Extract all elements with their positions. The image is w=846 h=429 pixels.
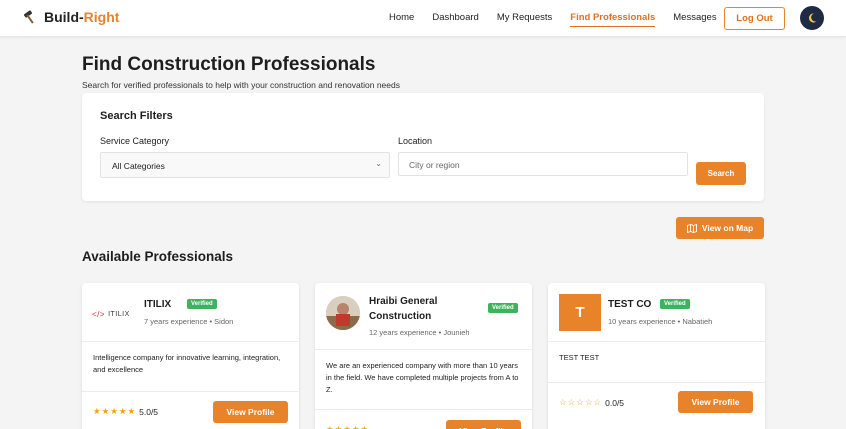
professional-description: Intelligence company for innovative lear…	[93, 353, 281, 374]
search-filters-panel: Search Filters Service Category Location…	[82, 93, 764, 201]
nav-dashboard[interactable]: Dashboard	[432, 12, 478, 27]
professional-description: TEST TEST	[559, 353, 600, 362]
card-divider	[315, 409, 532, 410]
service-category-select[interactable]: All Categories ⌄	[100, 152, 390, 178]
page-title: Find Construction Professionals	[82, 54, 376, 75]
nav-find-professionals[interactable]: Find Professionals	[570, 12, 656, 27]
brand-logo[interactable]: Build-Right	[22, 9, 119, 25]
card-divider	[548, 382, 765, 383]
view-profile-button[interactable]: View Profile	[446, 420, 521, 429]
star-icon: ★	[127, 406, 136, 416]
star-icon: ☆	[576, 397, 584, 407]
top-navbar: Build-Right Home Dashboard My Requests F…	[0, 0, 846, 37]
location-input[interactable]: City or region	[398, 152, 688, 176]
professional-card: Hraibi General Construction Verified 12 …	[315, 283, 532, 429]
verified-badge: Verified	[660, 299, 690, 309]
professional-meta: 10 years experience • Nabatieh	[608, 317, 713, 326]
star-icon: ★	[110, 406, 118, 416]
page-subtitle: Search for verified professionals to hel…	[82, 80, 400, 90]
star-icon: ★	[118, 406, 127, 416]
star-icon: ★	[360, 424, 369, 429]
nav-links: Home Dashboard My Requests Find Professi…	[389, 12, 735, 27]
itilix-logo: </> ITILIX	[92, 309, 130, 319]
moon-icon	[808, 13, 817, 23]
section-title: Available Professionals	[82, 249, 234, 264]
professional-description: We are an experienced company with more …	[326, 361, 519, 394]
star-icon: ★	[101, 406, 110, 416]
verified-badge: Verified	[187, 299, 217, 309]
view-on-map-label: View on Map	[701, 223, 754, 233]
star-icon: ☆	[584, 397, 593, 407]
star-icon: ☆	[567, 397, 576, 407]
card-divider	[82, 391, 299, 392]
star-icon: ★	[93, 406, 101, 416]
rating-stars: ☆ ☆ ☆ ☆ ☆ 0.0/5	[559, 397, 624, 408]
nav-messages[interactable]: Messages	[673, 12, 716, 27]
location-label: Location	[398, 136, 433, 146]
service-category-value: All Categories	[112, 161, 165, 171]
view-profile-button[interactable]: View Profile	[213, 401, 288, 423]
chevron-down-icon: ⌄	[375, 159, 382, 168]
professional-name: ITILIX	[144, 299, 172, 310]
nav-home[interactable]: Home	[389, 12, 414, 27]
professional-card: T TEST CO Verified 10 years experience •…	[548, 283, 765, 429]
rating-stars: ★ ★ ★ ★ ★ 5.0/5	[93, 406, 158, 417]
rating-stars: ★ ★ ★ ★ ★	[326, 424, 368, 429]
star-icon: ★	[326, 424, 334, 429]
rating-text: 0.0/5	[605, 397, 625, 408]
professional-meta: 7 years experience • Sidon	[144, 317, 234, 326]
map-icon	[686, 223, 697, 233]
theme-toggle-button[interactable]	[800, 6, 824, 30]
brand-name: Build-Right	[44, 9, 120, 25]
star-icon: ☆	[593, 397, 602, 407]
logout-button[interactable]: Log Out	[724, 7, 785, 30]
professional-name: TEST CO	[608, 299, 652, 310]
view-on-map-button[interactable]: View on Map	[676, 217, 764, 239]
card-divider	[82, 341, 299, 342]
star-icon: ☆	[559, 397, 567, 407]
nav-my-requests[interactable]: My Requests	[497, 12, 552, 27]
rating-text: 5.0/5	[139, 406, 159, 417]
filters-heading: Search Filters	[100, 110, 173, 122]
avatar	[326, 296, 360, 330]
professional-meta: 12 years experience • Jounieh	[369, 328, 470, 337]
star-icon: ★	[351, 424, 360, 429]
service-category-label: Service Category	[100, 136, 170, 146]
verified-badge: Verified	[488, 303, 518, 313]
star-icon: ★	[334, 424, 343, 429]
professional-name: Hraibi General Construction	[369, 296, 438, 322]
company-initial-avatar: T	[559, 294, 601, 331]
card-divider	[548, 341, 765, 342]
search-button[interactable]: Search	[696, 162, 746, 185]
view-profile-button[interactable]: View Profile	[678, 391, 753, 413]
card-divider	[315, 349, 532, 350]
star-icon: ★	[343, 424, 351, 429]
professional-card: </> ITILIX ITILIX Verified 7 years experi…	[82, 283, 299, 429]
hammer-icon	[23, 10, 34, 24]
